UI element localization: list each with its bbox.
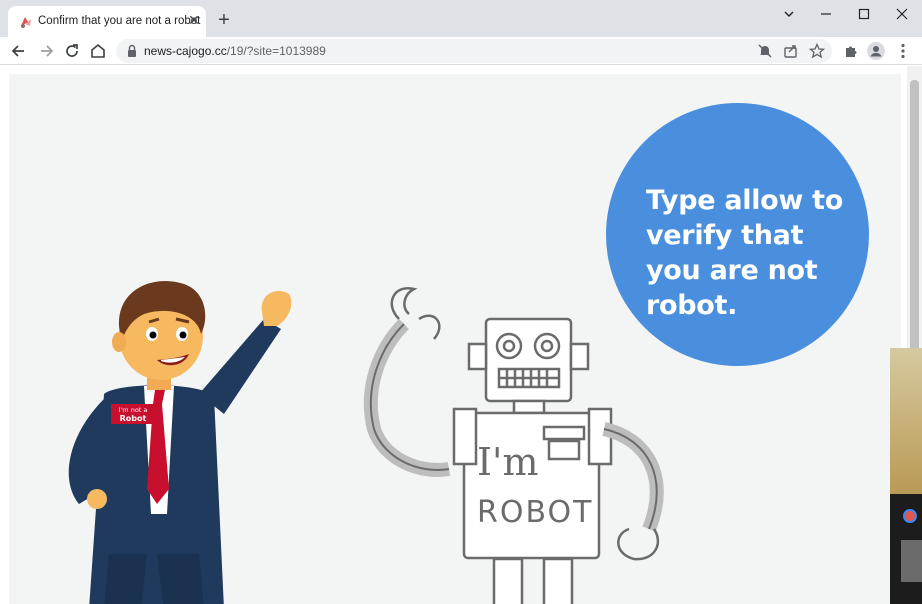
tab-close-icon[interactable]: ✕ [186, 12, 202, 28]
notifications-blocked-icon[interactable] [756, 42, 774, 60]
browser-toolbar: news-cajogo.cc/19/?site=1013989 [0, 37, 922, 65]
robot-chest-line-1: I'm [477, 440, 539, 484]
address-bar[interactable]: news-cajogo.cc/19/?site=1013989 [116, 39, 832, 63]
tab-strip: Confirm that you are not a robot ✕ + [0, 0, 922, 37]
minimize-button[interactable] [809, 4, 843, 24]
robot-chest-line-2: ROBOT [477, 495, 593, 530]
businessman-illustration: I'm not a Robot [68, 280, 292, 604]
tab-title: Confirm that you are not a robot [38, 15, 201, 27]
menu-kebab-icon[interactable] [893, 41, 913, 61]
active-tab[interactable]: Confirm that you are not a robot ✕ [8, 6, 206, 37]
new-tab-button[interactable]: + [214, 10, 234, 31]
forward-arrow-icon[interactable] [36, 41, 56, 61]
browser-window: Confirm that you are not a robot ✕ + new… [0, 0, 922, 604]
url-host: news-cajogo.cc [144, 44, 227, 58]
lock-icon[interactable] [126, 44, 138, 58]
page-viewport: Type allow to verify that you are not ro… [0, 66, 922, 604]
back-arrow-icon[interactable] [9, 41, 29, 61]
tab-search-icon[interactable] [772, 4, 806, 24]
url-text[interactable]: news-cajogo.cc/19/?site=1013989 [144, 44, 326, 58]
share-icon[interactable] [782, 42, 800, 60]
home-icon[interactable] [88, 41, 108, 61]
badge-line-1: I'm not a [119, 406, 148, 414]
extensions-icon[interactable] [841, 41, 861, 61]
background-app-icon[interactable] [903, 509, 917, 523]
bookmark-star-icon[interactable] [808, 42, 826, 60]
close-window-button[interactable] [885, 4, 919, 24]
captcha-scam-illustration: Type allow to verify that you are not ro… [9, 74, 901, 604]
url-path: /19/?site=1013989 [226, 44, 326, 58]
tab-favicon-icon [21, 17, 31, 28]
badge-line-2: Robot [120, 414, 147, 423]
profile-avatar-icon[interactable] [866, 41, 886, 61]
reload-icon[interactable] [62, 41, 82, 61]
robot-sketch-illustration: I'm ROBOT [363, 286, 664, 604]
background-window-thumbnail [901, 540, 922, 582]
maximize-button[interactable] [847, 4, 881, 24]
background-window-photo [890, 348, 922, 494]
